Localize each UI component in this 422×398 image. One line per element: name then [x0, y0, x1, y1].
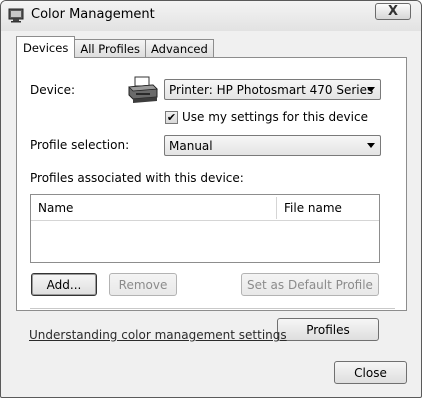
profiles-list[interactable]: Name File name [30, 194, 380, 263]
use-my-settings-label[interactable]: Use my settings for this device [182, 110, 368, 124]
device-select[interactable]: Printer: HP Photosmart 470 Series [164, 79, 381, 100]
printer-icon [126, 75, 160, 105]
set-default-profile-button[interactable]: Set as Default Profile [241, 273, 379, 296]
tab-advanced[interactable]: Advanced [145, 39, 214, 58]
add-button[interactable]: Add... [31, 273, 97, 296]
remove-button[interactable]: Remove [109, 273, 177, 296]
tab-devices[interactable]: Devices [16, 36, 76, 58]
title-bar[interactable]: Color Management X [1, 1, 421, 31]
use-my-settings-checkbox[interactable]: ✔ [165, 111, 178, 124]
divider [30, 308, 395, 309]
devices-panel: Device: Printer: HP Photosmart 470 Serie… [16, 57, 407, 341]
close-icon[interactable]: X [375, 3, 411, 20]
profile-selection-label: Profile selection: [30, 138, 130, 152]
understanding-color-management-link[interactable]: Understanding color management settings [29, 328, 287, 342]
profiles-button[interactable]: Profiles [277, 318, 379, 341]
profiles-associated-label: Profiles associated with this device: [30, 171, 244, 185]
device-select-value: Printer: HP Photosmart 470 Series [169, 82, 374, 97]
color-management-window: Color Management X Devices All Profiles … [0, 0, 422, 398]
column-header-file-name[interactable]: File name [277, 195, 379, 221]
color-management-icon [8, 7, 24, 23]
profile-selection-select[interactable]: Manual [164, 135, 381, 156]
tab-all-profiles[interactable]: All Profiles [74, 39, 146, 58]
column-header-name[interactable]: Name [31, 195, 276, 221]
list-header: Name File name [31, 195, 379, 221]
close-button[interactable]: Close [334, 361, 407, 384]
profile-selection-value: Manual [169, 138, 213, 153]
window-title: Color Management [31, 7, 155, 22]
device-label: Device: [30, 83, 76, 97]
tab-strip: Devices All Profiles Advanced [16, 36, 214, 58]
chevron-down-icon [367, 87, 375, 92]
chevron-down-icon [367, 143, 375, 148]
